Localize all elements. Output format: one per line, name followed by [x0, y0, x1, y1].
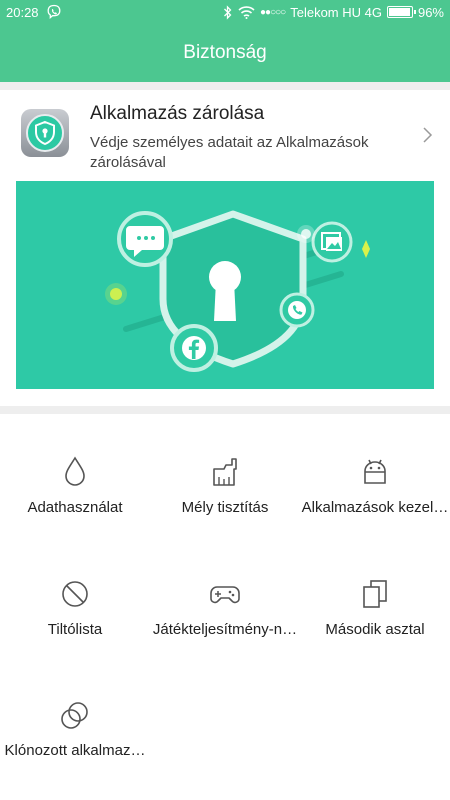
tool-blocklist[interactable]: Tiltólista — [0, 578, 150, 638]
battery-icon — [386, 6, 416, 18]
tool-second-space[interactable]: Második asztal — [300, 578, 450, 638]
divider — [0, 82, 450, 90]
block-icon — [62, 581, 88, 607]
tool-label: Tiltólista — [47, 621, 103, 638]
chevron-right-icon[interactable] — [420, 124, 434, 146]
status-icons: ●●○○○ Telekom HU 4G 96% — [223, 4, 444, 20]
tool-cloned-apps[interactable]: Klónozott alkalmaz… — [0, 700, 150, 759]
gallery-icon — [311, 221, 353, 263]
gamepad-icon — [210, 586, 240, 604]
app-lock-banner[interactable] — [16, 181, 434, 389]
dual-screen-icon — [363, 580, 387, 608]
water-drop-icon — [65, 456, 85, 486]
tool-label: Mély tisztítás — [181, 499, 269, 516]
clone-icon — [61, 702, 88, 729]
app-bar: Biztonság — [0, 24, 450, 82]
broom-icon — [213, 458, 237, 486]
page-title: Biztonság — [183, 42, 267, 63]
status-time: 20:28 — [6, 5, 39, 20]
tool-label: Adathasználat — [27, 499, 123, 516]
tool-data-usage[interactable]: Adathasználat — [0, 455, 150, 516]
phone-call-icon — [279, 292, 315, 328]
shield-keyhole-icon — [35, 120, 55, 146]
tool-deep-clean[interactable]: Mély tisztítás — [150, 455, 300, 516]
tool-label: Játékteljesítmény-n… — [152, 621, 298, 638]
viber-icon — [47, 4, 61, 20]
status-bar: 20:28 ●●○○○ Telekom HU 4G 96% — [0, 0, 450, 24]
app-lock-title: Alkalmazás zárolása — [90, 103, 265, 124]
signal-strength-icon: ●●○○○ — [260, 6, 286, 18]
chat-bubble-icon — [117, 211, 173, 267]
tool-label: Alkalmazások kezel… — [301, 499, 449, 516]
facebook-icon — [170, 324, 218, 372]
bluetooth-icon — [224, 4, 232, 20]
security-shield-illustration — [105, 210, 370, 372]
tool-game-performance[interactable]: Játékteljesítmény-n… — [150, 578, 300, 638]
android-icon — [364, 459, 386, 484]
app-lock-description: Védje személyes adatait az Alkalmazások … — [90, 134, 369, 171]
status-battery-percent: 96% — [417, 4, 444, 20]
tool-app-manager[interactable]: Alkalmazások kezel… — [300, 455, 450, 516]
app-lock-icon — [21, 109, 69, 157]
divider — [0, 406, 450, 414]
wifi-icon — [238, 6, 255, 19]
status-carrier: Telekom HU 4G — [290, 4, 382, 20]
tool-label: Klónozott alkalmaz… — [4, 742, 146, 759]
tool-label: Második asztal — [325, 621, 425, 638]
